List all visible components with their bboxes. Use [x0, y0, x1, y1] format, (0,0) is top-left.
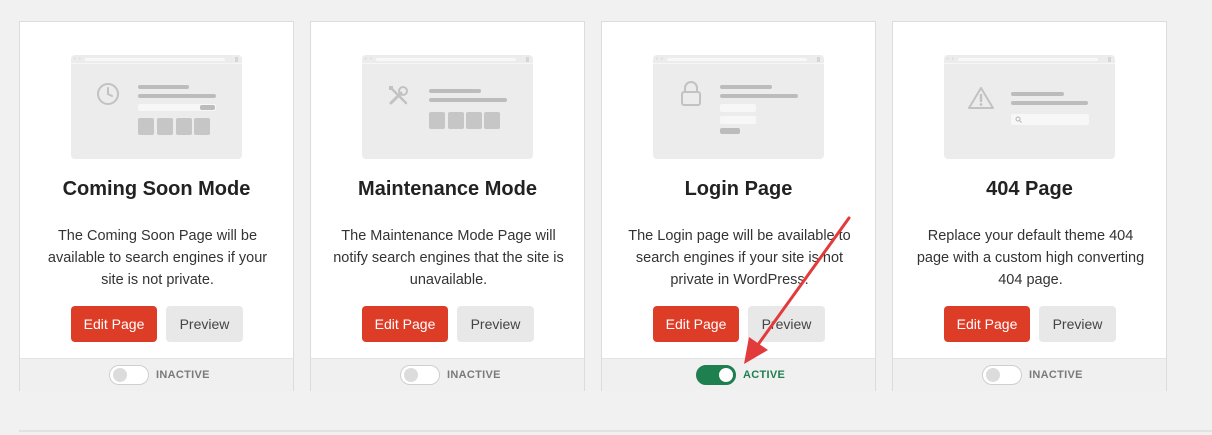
card-coming-soon: ‹ › Coming Soon Mode The Coming Soon Pag… [19, 21, 294, 391]
card-title: Login Page [684, 178, 793, 200]
clock-icon [97, 83, 119, 105]
preview-button[interactable]: Preview [457, 306, 534, 342]
card-title: Maintenance Mode [358, 178, 537, 200]
card-description: Replace your default theme 404 page with… [916, 228, 1145, 288]
card-description: The Maintenance Mode Page will notify se… [333, 228, 564, 288]
card-404: ‹ › 404 Page Replace your default theme … [892, 21, 1167, 391]
coming-soon-thumbnail: ‹ › [71, 55, 242, 159]
card-footer: INACTIVE [893, 358, 1166, 391]
status-label: INACTIVE [156, 369, 210, 381]
status-toggle[interactable] [109, 365, 149, 385]
tools-icon [389, 86, 408, 105]
preview-button[interactable]: Preview [166, 306, 243, 342]
card-footer: INACTIVE [20, 358, 293, 391]
mode-cards: ‹ › Coming Soon Mode The Coming Soon Pag… [19, 21, 1169, 391]
edit-page-button[interactable]: Edit Page [71, 306, 157, 342]
search-icon [1015, 116, 1022, 123]
preview-button[interactable]: Preview [748, 306, 825, 342]
card-description: The Coming Soon Page will be available t… [47, 228, 268, 288]
lock-icon [681, 81, 701, 106]
card-login: ‹ › Login Page The Login page will be av… [601, 21, 876, 391]
preview-button[interactable]: Preview [1039, 306, 1116, 342]
status-toggle[interactable] [982, 365, 1022, 385]
card-title: Coming Soon Mode [62, 178, 251, 200]
edit-page-button[interactable]: Edit Page [653, 306, 739, 342]
card-title: 404 Page [986, 178, 1073, 200]
login-thumbnail: ‹ › [653, 55, 824, 159]
status-label: INACTIVE [447, 369, 501, 381]
status-toggle[interactable] [400, 365, 440, 385]
status-toggle[interactable] [696, 365, 736, 385]
edit-page-button[interactable]: Edit Page [944, 306, 1030, 342]
card-description: The Login page will be available to sear… [628, 228, 851, 288]
warning-icon [968, 87, 994, 109]
edit-page-button[interactable]: Edit Page [362, 306, 448, 342]
status-label: INACTIVE [1029, 369, 1083, 381]
404-thumbnail: ‹ › [944, 55, 1115, 159]
card-footer: ACTIVE [602, 358, 875, 391]
maintenance-thumbnail: ‹ › [362, 55, 533, 159]
divider [19, 430, 1212, 432]
card-footer: INACTIVE [311, 358, 584, 391]
status-label: ACTIVE [743, 369, 786, 381]
card-maintenance: ‹ › Maintenance Mode The Maintenance Mod… [310, 21, 585, 391]
